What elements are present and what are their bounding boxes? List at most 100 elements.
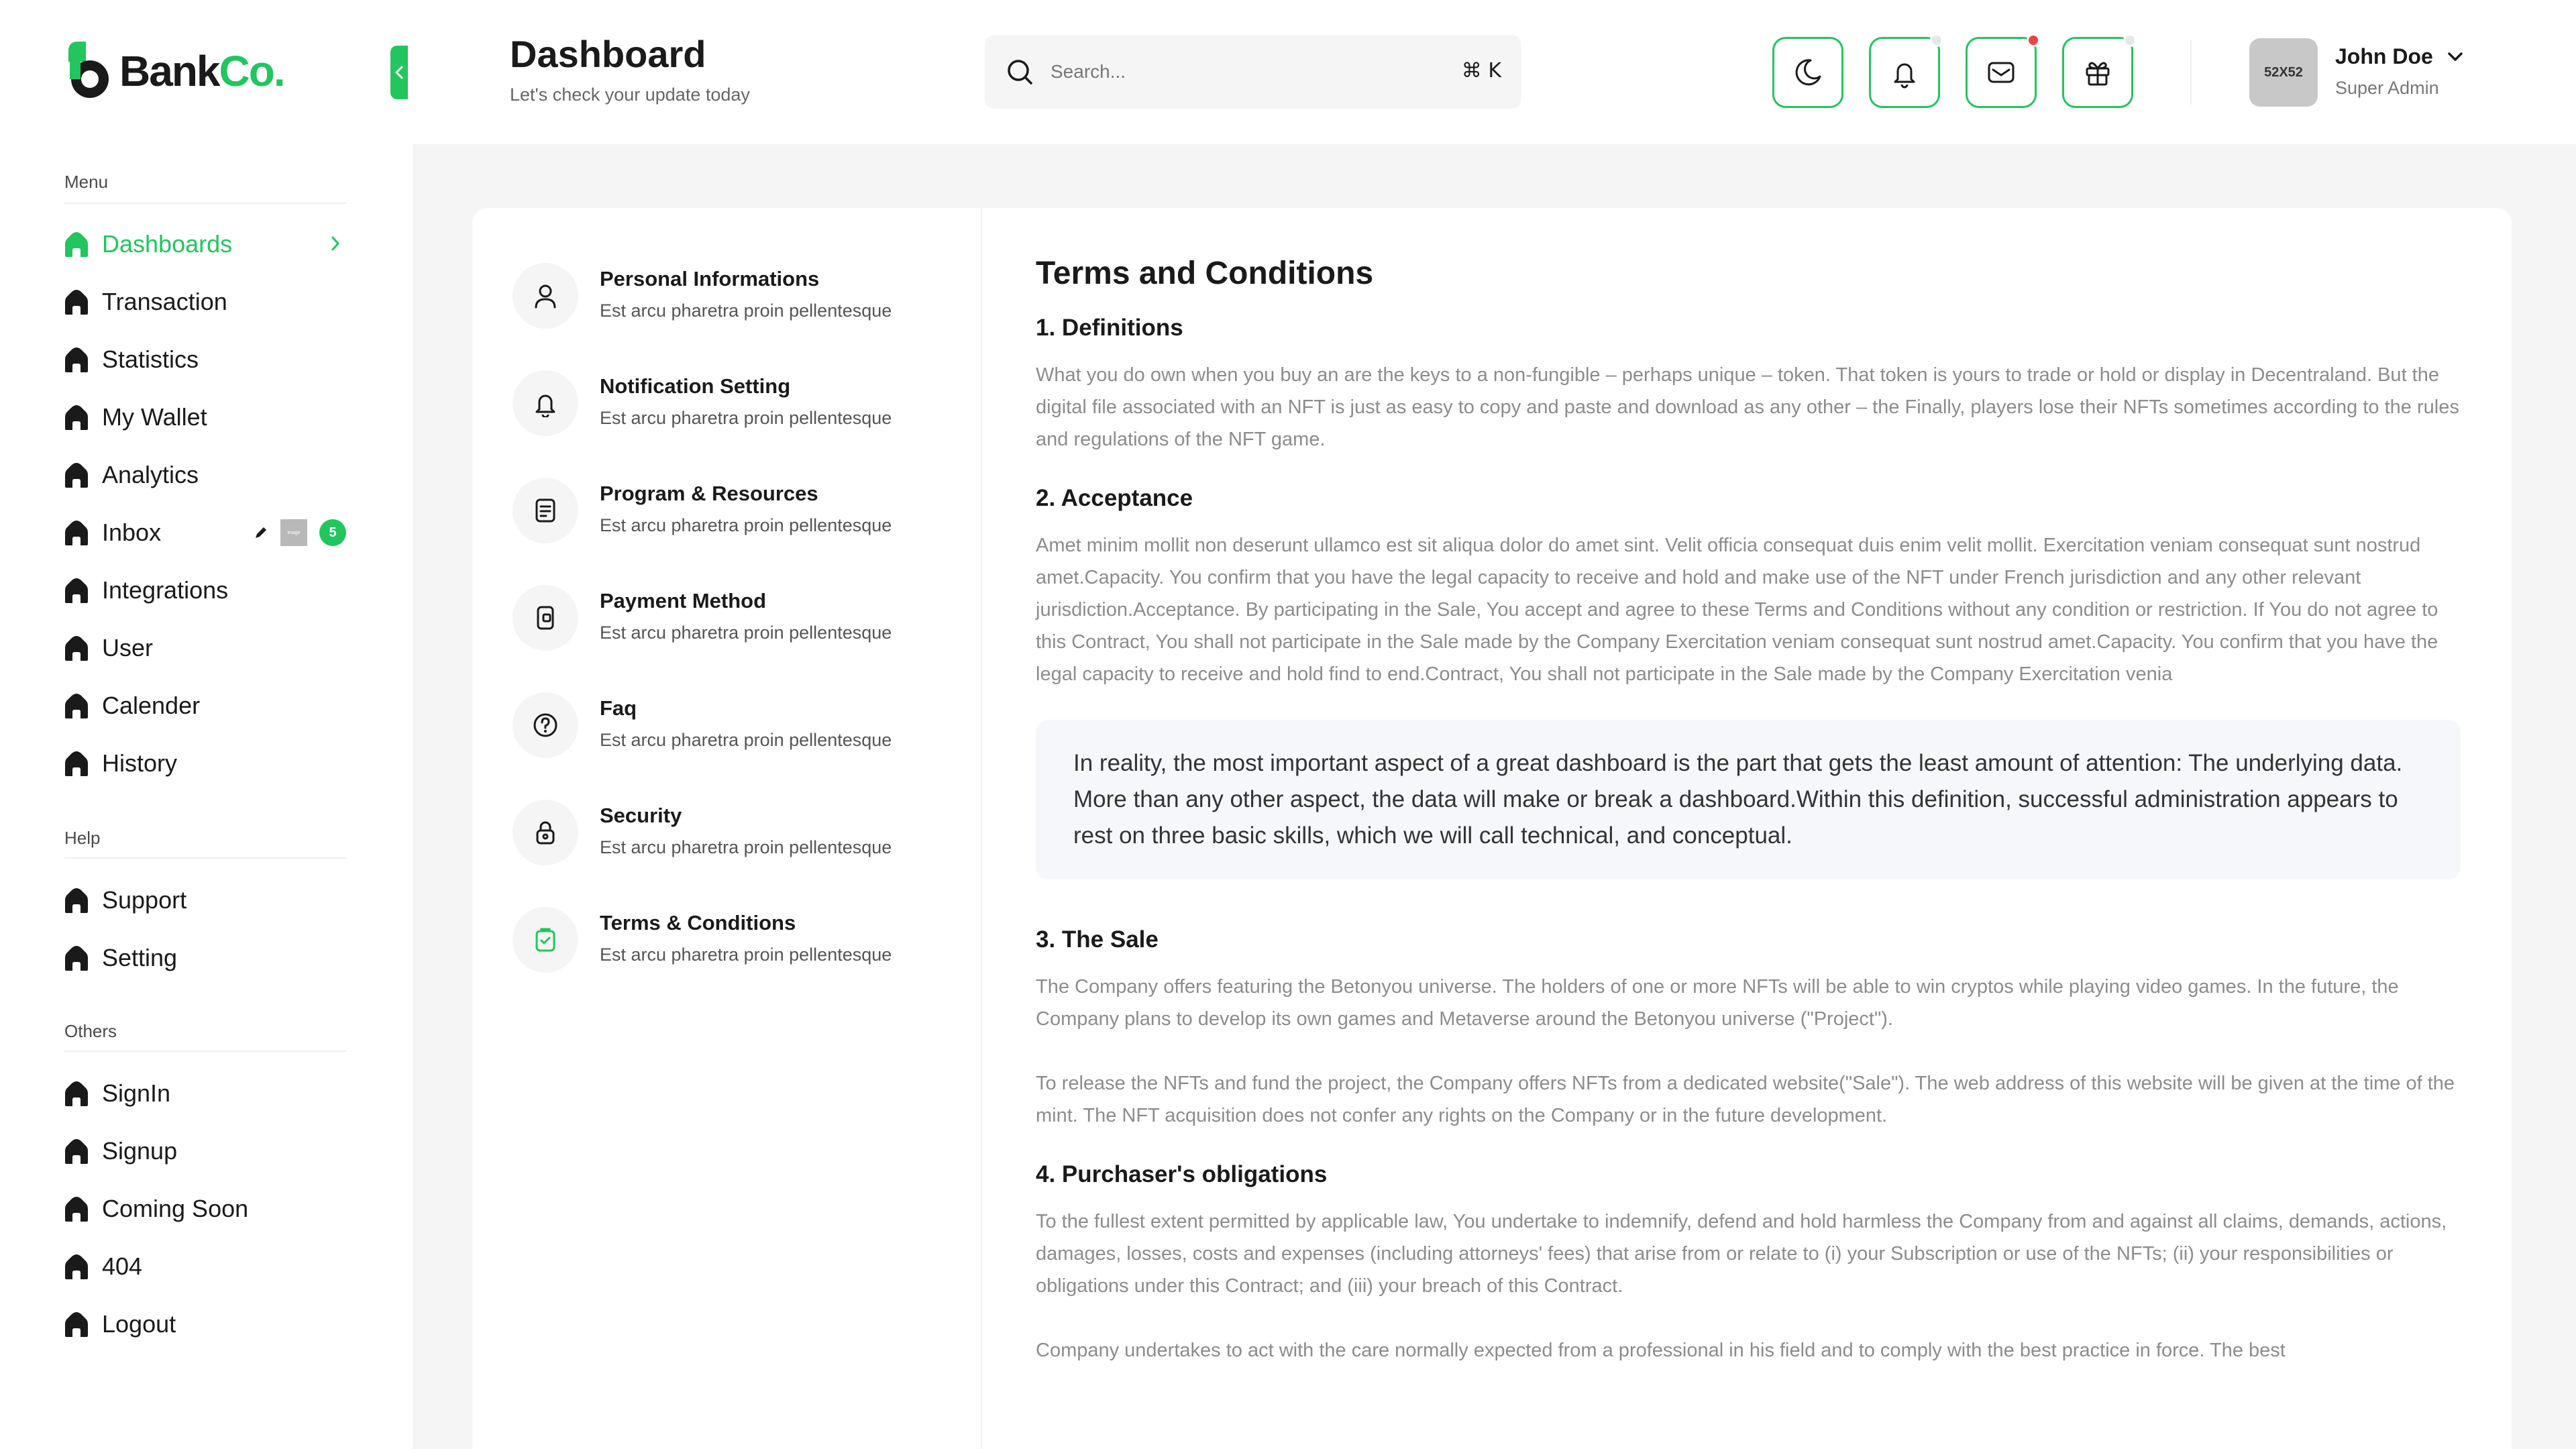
sidebar-item-label: Integrations: [102, 576, 229, 604]
home-icon: [65, 751, 88, 776]
home-icon: [65, 578, 88, 603]
sidebar-item-coming-soon[interactable]: Coming Soon: [64, 1190, 346, 1228]
gifts-button[interactable]: [2062, 34, 2137, 108]
home-icon: [65, 463, 88, 488]
sidebar-item-label: Setting: [102, 944, 178, 971]
highlight-quote: In reality, the most important aspect of…: [1036, 720, 2461, 879]
clipboard-check-icon: [535, 928, 555, 952]
sidebar-item-calender[interactable]: Calender: [64, 687, 346, 724]
pencil-icon: [256, 527, 266, 538]
sidebar-item-user[interactable]: User: [64, 629, 346, 667]
help-section-title: Help: [64, 828, 101, 848]
section-heading-the-sale: 3. The Sale: [1036, 926, 1159, 953]
search-bar[interactable]: ⌘ K: [985, 35, 1521, 109]
home-icon: [65, 1139, 88, 1164]
section-text-acceptance: Amet minim mollit non deserunt ullamco e…: [1036, 535, 2438, 685]
sidebar-item-support[interactable]: Support: [64, 881, 346, 919]
home-icon: [65, 946, 88, 971]
notification-dot: [1930, 34, 1943, 47]
messages-button[interactable]: [1966, 34, 2040, 108]
home-icon: [65, 290, 88, 315]
home-icon: [65, 521, 88, 545]
home-icon: [65, 636, 88, 661]
sidebar-item-statistics[interactable]: Statistics: [64, 341, 346, 378]
sidebar-item-label: Analytics: [102, 461, 199, 488]
home-icon: [65, 405, 88, 430]
chevron-down-icon[interactable]: [2445, 47, 2465, 67]
settings-item-title: Program & Resources: [600, 482, 818, 505]
sidebar-item-history[interactable]: History: [64, 745, 346, 782]
sidebar-item-label: Calender: [102, 692, 201, 719]
settings-item-payment-method[interactable]: Payment Method Est arcu pharetra proin p…: [513, 584, 942, 653]
message-alert-dot: [2027, 34, 2040, 47]
sidebar-item-transaction[interactable]: Transaction: [64, 283, 346, 321]
user-name[interactable]: John Doe: [2335, 44, 2433, 69]
brand-logo[interactable]: BankCo.: [66, 39, 286, 103]
home-icon: [65, 232, 88, 257]
sidebar-item-logout[interactable]: Logout: [64, 1305, 346, 1343]
search-input[interactable]: [1051, 61, 1426, 83]
sidebar-item-label: Logout: [102, 1310, 176, 1338]
question-icon: [533, 713, 557, 737]
settings-item-terms-conditions[interactable]: Terms & Conditions Est arcu pharetra pro…: [513, 906, 942, 975]
sidebar-item-label: Support: [102, 886, 187, 914]
settings-item-desc: Est arcu pharetra proin pellentesque: [600, 515, 892, 535]
home-icon: [65, 694, 88, 718]
sidebar-item-signup[interactable]: Signup: [64, 1132, 346, 1170]
menu-section-title: Menu: [64, 172, 109, 192]
gift-icon: [2086, 62, 2110, 86]
sidebar-item-analytics[interactable]: Analytics: [64, 456, 346, 494]
sidebar-collapse-button[interactable]: [390, 46, 408, 99]
settings-item-desc: Est arcu pharetra proin pellentesque: [600, 408, 892, 428]
home-icon: [65, 1312, 88, 1337]
others-divider: [64, 1051, 346, 1052]
sidebar-item-integrations[interactable]: Integrations: [64, 572, 346, 609]
section-text-purchaser-obligations-1: To the fullest extent permitted by appli…: [1036, 1211, 2447, 1297]
search-icon: [1008, 60, 1032, 85]
sidebar-item-setting[interactable]: Setting: [64, 939, 346, 977]
mail-icon: [1988, 62, 2015, 83]
settings-item-title: Faq: [600, 696, 637, 720]
help-divider: [64, 857, 346, 859]
settings-item-program-resources[interactable]: Program & Resources Est arcu pharetra pr…: [513, 476, 942, 546]
lock-icon: [536, 821, 555, 845]
page-subtitle: Let's check your update today: [510, 85, 750, 105]
settings-item-desc: Est arcu pharetra proin pellentesque: [600, 301, 892, 321]
sidebar-item-label: Transaction: [102, 288, 227, 315]
inbox-image-placeholder: image: [280, 519, 307, 546]
sidebar: BankCo. Menu Dashboards Transaction Stat…: [0, 0, 413, 1449]
moon-icon: [1795, 59, 1821, 86]
sidebar-item-label: User: [102, 634, 154, 661]
sidebar-item-label: Signup: [102, 1137, 178, 1165]
avatar[interactable]: 52X52: [2249, 38, 2318, 107]
user-role: Super Admin: [2335, 78, 2439, 98]
sidebar-item-label: Inbox: [102, 519, 162, 546]
search-shortcut-hint: ⌘ K: [1461, 59, 1501, 83]
settings-item-desc: Est arcu pharetra proin pellentesque: [600, 945, 892, 965]
bell-icon: [1894, 63, 1915, 89]
sidebar-item-label: Statistics: [102, 345, 199, 373]
settings-nav: Personal Informations Est arcu pharetra …: [472, 208, 982, 1449]
sidebar-item-dashboards[interactable]: Dashboards: [64, 225, 346, 263]
settings-item-personal-informations[interactable]: Personal Informations Est arcu pharetra …: [513, 262, 942, 331]
brand-name: Bank: [119, 47, 220, 95]
sidebar-item-my-wallet[interactable]: My Wallet: [64, 398, 346, 436]
dark-mode-toggle-button[interactable]: [1772, 37, 1843, 108]
sidebar-item-404[interactable]: 404: [64, 1248, 346, 1285]
sidebar-item-label: History: [102, 749, 178, 777]
chevron-right-icon: [331, 236, 339, 251]
settings-item-notification-setting[interactable]: Notification Setting Est arcu pharetra p…: [513, 369, 942, 439]
menu-divider: [64, 203, 346, 204]
section-heading-acceptance: 2. Acceptance: [1036, 485, 1193, 511]
notifications-button[interactable]: [1869, 34, 1943, 108]
section-heading-definitions: 1. Definitions: [1036, 315, 1183, 341]
header-divider: [2190, 40, 2192, 105]
settings-item-faq[interactable]: Faq Est arcu pharetra proin pellentesque: [513, 691, 942, 761]
quote-text: In reality, the most important aspect of…: [1073, 750, 2403, 849]
sidebar-item-signin[interactable]: SignIn: [64, 1075, 346, 1112]
sidebar-item-label: Dashboards: [102, 230, 233, 258]
settings-card: Personal Informations Est arcu pharetra …: [472, 208, 2512, 1449]
settings-item-security[interactable]: Security Est arcu pharetra proin pellent…: [513, 798, 942, 868]
section-text-the-sale-2: To release the NFTs and fund the project…: [1036, 1073, 2455, 1126]
sidebar-item-inbox[interactable]: Inbox image 5: [64, 514, 346, 551]
